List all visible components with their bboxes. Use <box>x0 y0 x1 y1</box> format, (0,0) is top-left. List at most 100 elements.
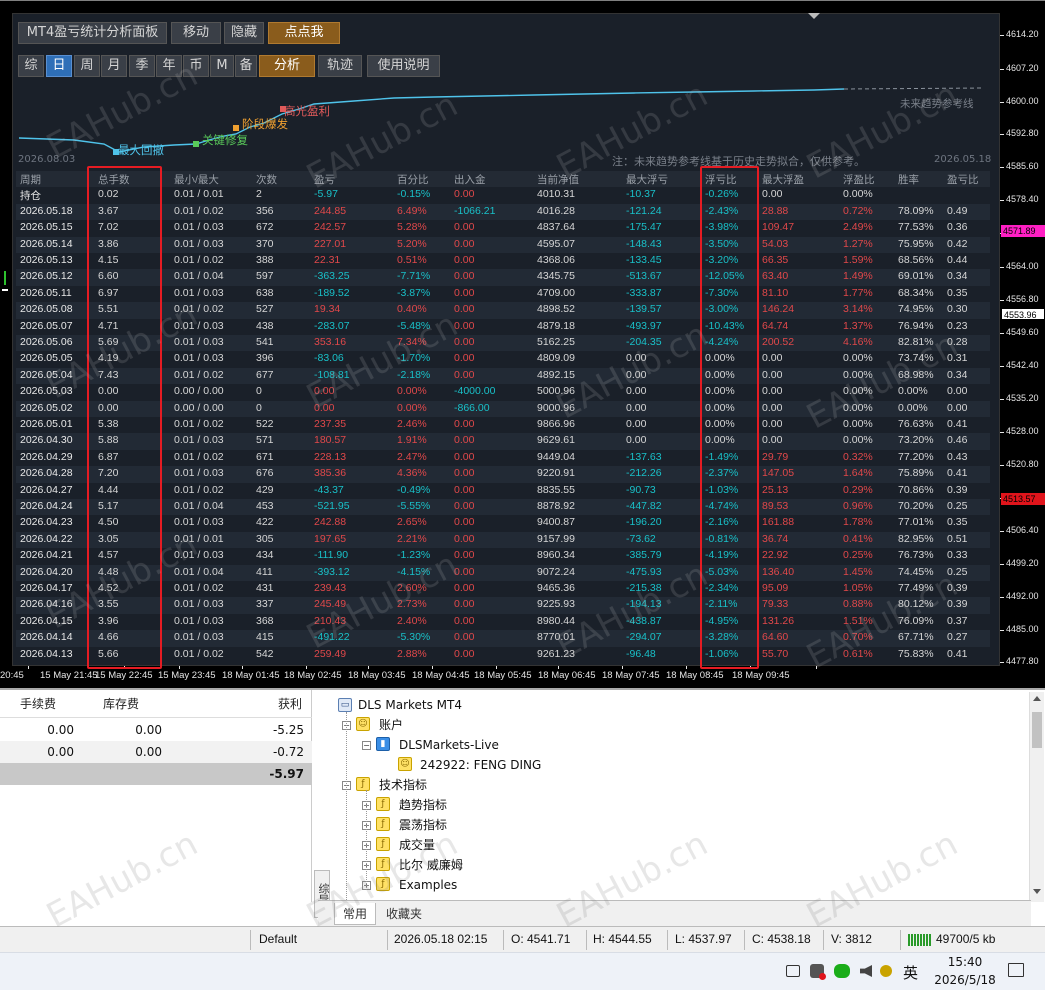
navigator-volumes[interactable]: 成交量 <box>399 836 435 854</box>
table-row[interactable]: 2026.05.03 0.00 0.00 / 0.00 0 0.00 0.00% -4000… <box>16 384 990 400</box>
table-row[interactable]: 2026.04.15 3.96 0.01 / 0.03 368 210.43 2.40% 0… <box>16 614 990 630</box>
table-row[interactable]: 持仓 0.02 0.01 / 0.01 2 -5.97 -0.15% 0.00 4010.31… <box>16 187 990 203</box>
table-cell: 0.00 <box>454 434 475 447</box>
navigator-oscillators[interactable]: 震荡指标 <box>399 816 447 834</box>
table-row[interactable]: 2026.05.05 4.19 0.01 / 0.03 396 -83.06 -1.70%… <box>16 351 990 367</box>
table-row[interactable]: 2026.04.27 4.44 0.01 / 0.02 429 -43.37 -0.49%… <box>16 483 990 499</box>
price-tick: 4614.20 <box>1000 29 1039 39</box>
tab-currency[interactable]: 币 <box>183 55 209 77</box>
table-row[interactable]: 2026.04.23 4.50 0.01 / 0.03 422 242.88 2.65% 0… <box>16 515 990 531</box>
scroll-down-arrow[interactable] <box>1033 889 1041 894</box>
tab-magic[interactable]: M <box>210 55 234 77</box>
table-cell: 4595.07 <box>537 237 575 250</box>
tab-note[interactable]: 备 <box>235 55 257 77</box>
table-row[interactable]: 2026.05.04 7.43 0.01 / 0.02 677 -108.81 -2.18… <box>16 367 990 385</box>
manual-button[interactable]: 使用说明 <box>367 55 440 77</box>
tab-year[interactable]: 年 <box>156 55 182 77</box>
notification-icon[interactable] <box>1008 963 1024 977</box>
navigator-indicators[interactable]: 技术指标 <box>379 776 427 794</box>
table-row[interactable]: 2026.05.07 4.71 0.01 / 0.03 438 -283.07 -5.48… <box>16 319 990 335</box>
table-row[interactable]: 2026.04.21 4.57 0.01 / 0.03 434 -111.90 -1.23… <box>16 548 990 564</box>
table-row[interactable]: 2026.04.20 4.48 0.01 / 0.04 411 -393.12 -4.15… <box>16 564 990 581</box>
table-row[interactable]: 2026.05.01 5.38 0.01 / 0.02 522 237.35 2.46% 0… <box>16 417 990 433</box>
trade-row[interactable]: 0.00 0.00 -5.25 <box>0 719 312 741</box>
table-cell: 73.74% <box>898 352 934 365</box>
navigator-examples[interactable]: Examples <box>399 876 457 894</box>
navigator-bill-williams[interactable]: 比尔 威廉姆 <box>399 856 463 874</box>
table-row[interactable]: 2026.04.30 5.88 0.01 / 0.03 571 180.57 1.91% 0… <box>16 433 990 450</box>
table-cell: -1.70% <box>397 352 431 365</box>
navigator-accounts[interactable]: 账户 <box>379 716 403 734</box>
collapse-server[interactable]: − <box>362 741 371 750</box>
security-icon[interactable] <box>810 964 826 980</box>
scroll-up-arrow[interactable] <box>1033 696 1041 701</box>
table-row[interactable]: 2026.04.28 7.20 0.01 / 0.03 676 385.36 4.36% 0… <box>16 466 990 483</box>
tab-day[interactable]: 日 <box>46 55 72 77</box>
table-row[interactable]: 2026.04.29 6.87 0.01 / 0.02 671 228.13 2.47% 0… <box>16 450 990 466</box>
table-cell: 75.83% <box>898 647 934 660</box>
trade-row[interactable]: 0.00 0.00 -0.72 <box>0 741 312 763</box>
table-row[interactable]: 2026.05.18 3.67 0.01 / 0.02 356 244.85 6.49% -… <box>16 203 990 221</box>
scroll-thumb[interactable] <box>1032 712 1042 748</box>
navigator-trend[interactable]: 趋势指标 <box>399 796 447 814</box>
table-cell: 75.89% <box>898 467 934 480</box>
col-profit[interactable]: 获利 <box>166 690 302 718</box>
panel-title-button[interactable]: MT4盈亏统计分析面板 <box>18 22 167 44</box>
table-cell: -5.55% <box>397 500 431 512</box>
status-profile[interactable]: Default <box>259 932 297 946</box>
tab-quarter[interactable]: 季 <box>129 55 155 77</box>
table-row[interactable]: 2026.04.22 3.05 0.01 / 0.01 305 197.65 2.21% 0… <box>16 531 990 549</box>
table-cell: 68.34% <box>898 286 934 299</box>
table-cell: 0.39 <box>947 598 968 611</box>
sound-icon[interactable] <box>860 965 872 977</box>
navigator-scrollbar[interactable] <box>1029 692 1044 902</box>
table-cell: 353.16 <box>314 336 347 348</box>
table-row[interactable]: 2026.05.12 6.60 0.01 / 0.04 597 -363.25 -7.71… <box>16 269 990 286</box>
track-button[interactable]: 轨迹 <box>318 55 362 77</box>
analysis-button[interactable]: 分析 <box>259 55 315 77</box>
table-cell: 28.88 <box>762 204 789 217</box>
navigator-server[interactable]: DLSMarkets-Live <box>399 736 499 754</box>
network-icon[interactable] <box>786 965 800 977</box>
table-cell: 0.00% <box>843 418 873 430</box>
table-row[interactable]: 2026.05.11 6.97 0.01 / 0.03 638 -189.52 -3.87… <box>16 286 990 302</box>
table-row[interactable]: 2026.05.13 4.15 0.01 / 0.02 388 22.31 0.51% 0.… <box>16 253 990 269</box>
hide-button[interactable]: 隐藏 <box>224 22 264 44</box>
table-row[interactable]: 2026.05.14 3.86 0.01 / 0.03 370 227.01 5.20% 0… <box>16 236 990 253</box>
label-phase-burst: 阶段爆发 <box>242 117 288 131</box>
tab-favorites[interactable]: 收藏夹 <box>378 903 430 925</box>
move-button[interactable]: 移动 <box>171 22 221 44</box>
table-row[interactable]: 2026.05.08 5.51 0.01 / 0.02 527 19.34 0.40% 0.… <box>16 302 990 319</box>
click-me-button[interactable]: 点点我 <box>268 22 340 44</box>
table-cell: 0.41 <box>947 467 968 480</box>
clock-date[interactable]: 2026/5/18 <box>928 973 1002 987</box>
col-commission[interactable]: 手续费 <box>0 690 76 718</box>
status-traffic[interactable]: 49700/5 kb <box>936 932 995 946</box>
table-cell: -294.07 <box>626 631 662 644</box>
wechat-icon[interactable] <box>834 964 850 978</box>
table-row[interactable]: 2026.04.13 5.66 0.01 / 0.02 542 259.49 2.88% 0… <box>16 647 990 663</box>
price-chart[interactable]: 4614.20 4607.20 4600.00 4592.80 4585.60 4578.… <box>0 0 1045 688</box>
table-row[interactable]: 2026.05.06 5.69 0.01 / 0.03 541 353.16 7.34% 0… <box>16 335 990 352</box>
table-row[interactable]: 2026.05.02 0.00 0.00 / 0.00 0 0.00 0.00% -866.… <box>16 400 990 417</box>
connection-bars-icon[interactable] <box>908 934 932 946</box>
col-swap[interactable]: 库存费 <box>78 690 164 718</box>
table-row[interactable]: 2026.05.15 7.02 0.01 / 0.03 672 242.57 5.28% 0… <box>16 220 990 236</box>
price-tick: 4549.60 <box>1000 327 1039 337</box>
table-row[interactable]: 2026.04.17 4.52 0.01 / 0.02 431 239.43 2.60% 0… <box>16 581 990 597</box>
table-header-cell: 盈亏 <box>314 174 335 186</box>
price-tick: 4556.80 <box>1000 294 1039 304</box>
table-row[interactable]: 2026.04.24 5.17 0.01 / 0.04 453 -521.95 -5.55… <box>16 499 990 516</box>
ime-indicator[interactable]: 英 <box>903 962 918 983</box>
table-cell: 0.29% <box>843 483 873 496</box>
tab-common[interactable]: 常用 <box>334 903 377 925</box>
tab-summary[interactable]: 综 <box>18 55 44 77</box>
navigator-account-id[interactable]: 242922: FENG DING <box>420 756 541 774</box>
clock-time[interactable]: 15:40 <box>945 955 985 969</box>
user-tray-icon[interactable] <box>880 965 892 977</box>
tab-week[interactable]: 周 <box>74 55 100 77</box>
tab-month[interactable]: 月 <box>101 55 127 77</box>
table-row[interactable]: 2026.04.16 3.55 0.01 / 0.03 337 245.49 2.73% 0… <box>16 597 990 614</box>
table-row[interactable]: 2026.04.14 4.66 0.01 / 0.03 415 -491.22 -5.30… <box>16 630 990 647</box>
navigator-root[interactable]: DLS Markets MT4 <box>358 696 462 714</box>
